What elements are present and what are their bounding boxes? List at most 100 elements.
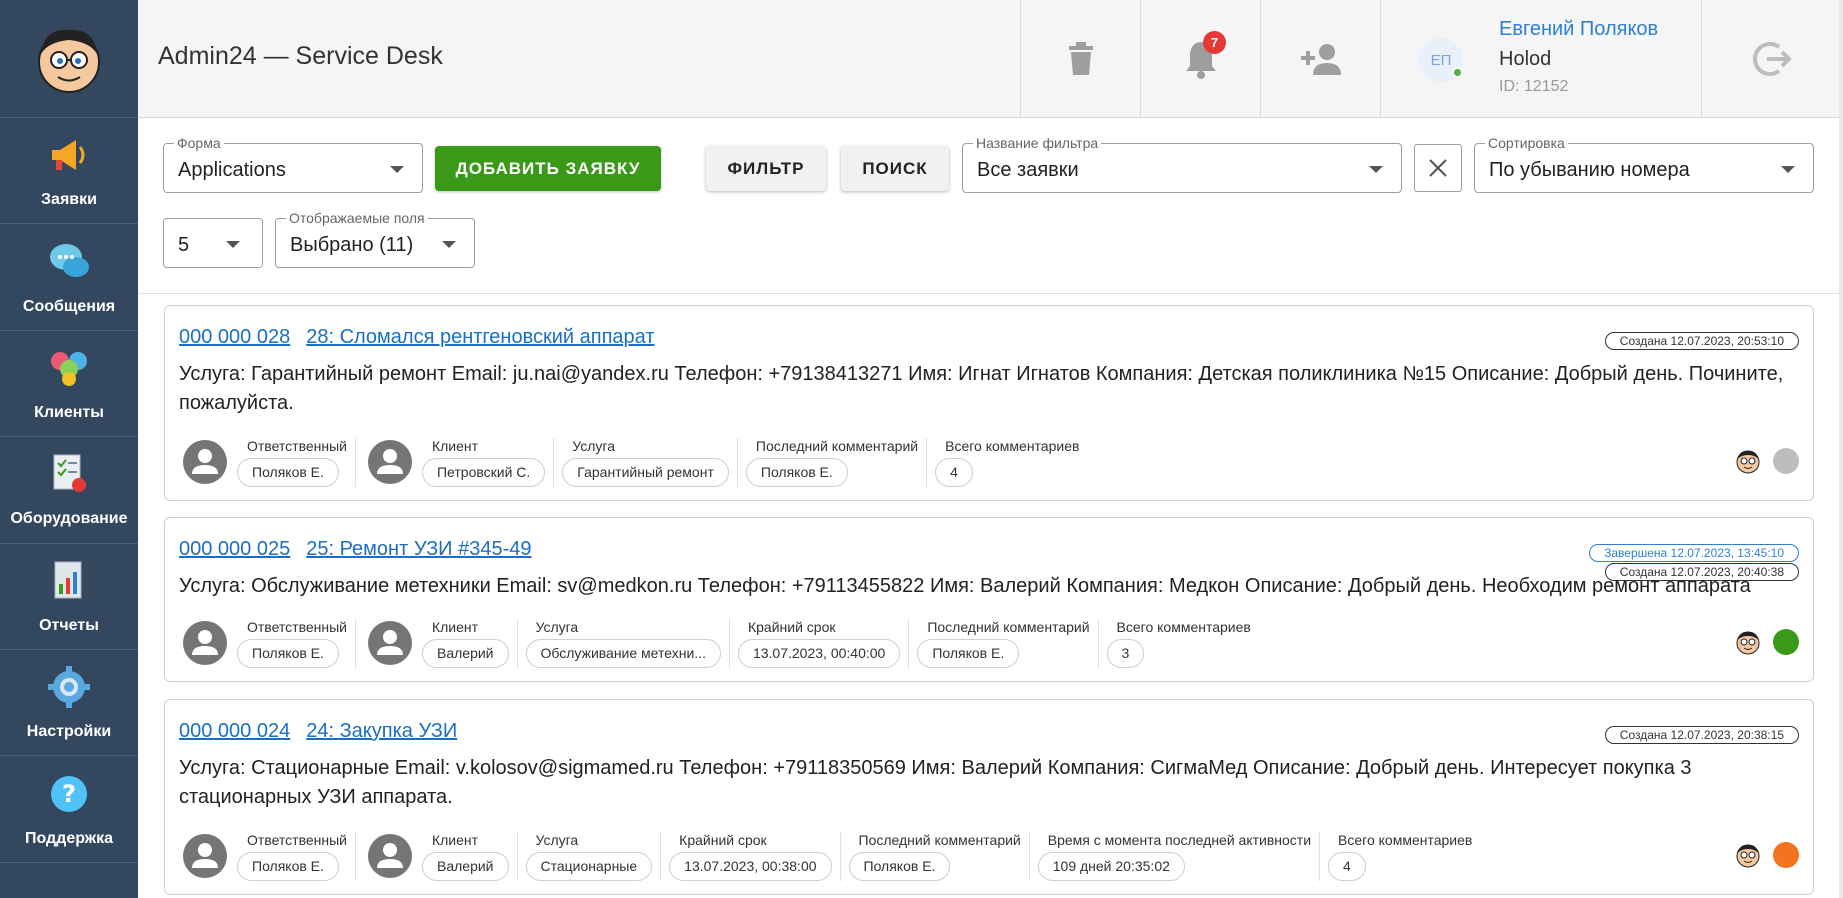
meta-value-chip[interactable]: 109 дней 20:35:02 [1037,851,1185,881]
meta-value-chip[interactable]: 4 [1328,851,1366,881]
request-card[interactable]: 000 000 025 25: Ремонт УЗИ #345-49 Заверш… [164,517,1814,682]
request-description-line: Услуга: Стационарные Email: v.kolosov@si… [179,757,1692,779]
equipment-checklist-icon [46,451,92,510]
card-title-links: 000 000 025 25: Ремонт УЗИ #345-49 [179,538,548,561]
request-number-link[interactable]: 000 000 024 [179,720,290,742]
meta-value-chip[interactable]: Валерий [421,851,509,881]
page-scrollbar[interactable] [1839,0,1843,898]
help-icon: ? [46,771,92,830]
meta-field: Всего комментариев 4 [1328,832,1480,881]
sidebar-item-chat-bubbles[interactable]: Сообщения [0,224,138,331]
meta-value-chip[interactable]: Стационарные [525,851,653,881]
page-size-select[interactable]: 5 [163,218,263,268]
meta-value-chip[interactable]: Поляков Е. [237,851,339,881]
sort-select[interactable]: Сортировка По убыванию номера [1474,135,1814,193]
meta-label: Клиент [431,831,479,848]
user-avatar-icon [367,834,412,878]
card-title-links: 000 000 028 28: Сломался рентгеновский ап… [179,326,671,349]
status-indicator[interactable] [1773,842,1799,868]
request-description: Услуга: Обслуживание метехники Email: sv… [179,572,1751,601]
meta-value-chip[interactable]: Гарантийный ремонт [562,457,729,487]
sidebar-item-megaphone[interactable]: Заявки [0,118,138,225]
meta-label: Крайний срок [747,618,836,635]
meta-value-chip[interactable]: Обслуживание метехни... [525,638,721,668]
request-card[interactable]: 000 000 024 24: Закупка УЗИ Создана 12.07… [164,699,1814,895]
status-badge: Завершена 12.07.2023, 13:45:10 [1589,544,1799,562]
meta-field: Крайний срок 13.07.2023, 00:38:00 [669,831,841,881]
request-description: Услуга: Гарантийный ремонт Email: ju.nai… [179,360,1783,418]
close-icon [1429,159,1447,177]
meta-field: Последний комментарий Поляков Е. [745,437,928,487]
request-meta-row: Ответственный Поляков Е. Клиент Петровск… [179,434,1095,490]
user-profile[interactable]: ЕП Евгений Поляков Holod ID: 12152 [1380,0,1701,117]
request-description-line: Услуга: Гарантийный ремонт Email: ju.nai… [179,363,1784,385]
meta-value-chip[interactable]: Поляков Е. [917,638,1020,668]
meta-value-chip[interactable]: Поляков Е. [848,851,951,881]
request-title-link[interactable]: 25: Ремонт УЗИ #345-49 [306,538,531,560]
logout-button[interactable] [1701,0,1843,117]
request-description-line: стационарных УЗИ аппарата. [179,786,453,808]
meta-label: Услуга [535,831,579,848]
request-description-line: Услуга: Обслуживание метехники Email: sv… [179,575,1751,597]
chevron-down-icon [226,241,240,248]
mascot-face-icon [38,29,100,93]
notifications-button[interactable]: 7 [1140,0,1260,117]
meta-field: Услуга Стационарные [525,831,662,881]
displayed-fields-label: Отображаемые поля [286,210,428,226]
add-user-button[interactable] [1260,0,1380,117]
request-number-link[interactable]: 000 000 025 [179,538,290,560]
meta-label: Ответственный [247,437,347,454]
form-select-label: Форма [174,135,224,151]
displayed-fields-select[interactable]: Отображаемые поля Выбрано (11) [275,210,475,268]
meta-label: Последний комментарий [927,618,1090,635]
sidebar-item-clients[interactable]: Клиенты [0,331,138,438]
meta-value-chip[interactable]: Валерий [421,638,509,668]
meta-value-chip[interactable]: 3 [1106,638,1145,668]
online-status-indicator [1452,67,1463,78]
gear-icon [46,664,92,723]
chevron-down-icon [390,166,404,173]
clear-filter-button[interactable] [1414,144,1462,192]
meta-label: Ответственный [247,831,347,848]
meta-value-chip[interactable]: Поляков Е. [745,457,848,487]
user-name-link[interactable]: Евгений Поляков [1499,18,1658,41]
meta-value-chip[interactable]: Поляков Е. [237,457,339,487]
meta-value-chip[interactable]: 13.07.2023, 00:38:00 [669,851,832,881]
meta-field: Ответственный Поляков Е. [237,437,356,487]
search-button[interactable]: ПОИСК [841,146,949,191]
request-title-link[interactable]: 28: Сломался рентгеновский аппарат [306,326,654,348]
request-meta-row: Ответственный Поляков Е. Клиент Валерий … [179,828,1488,884]
sidebar-item-gear[interactable]: Настройки [0,650,138,757]
request-title-link[interactable]: 24: Закупка УЗИ [306,720,457,742]
meta-field: Клиент Петровский С. [421,437,555,487]
request-card[interactable]: 000 000 028 28: Сломался рентгеновский ап… [164,305,1814,501]
chevron-down-icon [442,241,456,248]
filter-name-select[interactable]: Название фильтра Все заявки [962,135,1402,193]
trash-button[interactable] [1020,0,1140,117]
meta-field: Всего комментариев 4 [935,438,1087,487]
form-select[interactable]: Форма Applications [163,135,423,193]
assignee-face-icon [1736,450,1760,474]
meta-value-chip[interactable]: 4 [935,457,973,487]
card-status-area [1735,448,1799,474]
user-avatar-icon [367,440,412,484]
assignee-face-icon [1736,631,1760,655]
card-status-area [1735,629,1799,655]
megaphone-icon [46,132,92,191]
meta-field: Услуга Обслуживание метехни... [525,618,730,668]
add-request-button[interactable]: ДОБАВИТЬ ЗАЯВКУ [435,146,661,191]
status-indicator[interactable] [1773,629,1799,655]
filter-button[interactable]: ФИЛЬТР [706,146,826,191]
sidebar-item-report[interactable]: Отчеты [0,544,138,650]
request-number-link[interactable]: 000 000 028 [179,326,290,348]
meta-value-chip[interactable]: Поляков Е. [237,638,339,668]
status-indicator[interactable] [1773,448,1799,474]
meta-field: Ответственный Поляков Е. [237,831,356,881]
sidebar-item-help[interactable]: ? Поддержка [0,756,138,863]
meta-value-chip[interactable]: 13.07.2023, 00:40:00 [737,638,901,668]
sidebar: Заявки Сообщения Клиенты Оборудование От… [0,0,138,898]
meta-value-chip[interactable]: Петровский С. [421,457,546,487]
logo[interactable] [0,0,138,118]
meta-label: Услуга [535,618,579,635]
sidebar-item-equipment-checklist[interactable]: Оборудование [0,437,138,544]
